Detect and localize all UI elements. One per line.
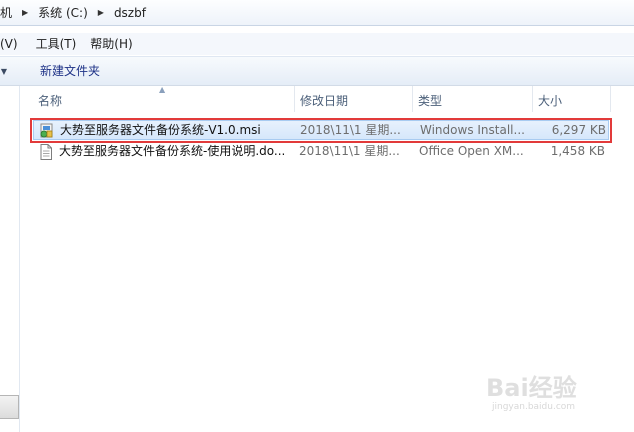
breadcrumb-computer[interactable]: 机 [0, 0, 16, 25]
file-size: 1,458 KB [550, 144, 605, 158]
file-name: 大势至服务器文件备份系统-V1.0.msi [60, 123, 261, 137]
breadcrumb-drive-c[interactable]: 系统 (C:) [34, 0, 92, 25]
column-headers: ▲ 名称 修改日期 类型 大小 [21, 86, 634, 112]
breadcrumb-separator-icon[interactable]: ▶ [92, 8, 110, 17]
file-type: Windows Install... [420, 123, 525, 137]
command-bar: ▼ 新建文件夹 [0, 56, 634, 86]
file-date: 2018\11\1 星期... [300, 123, 401, 137]
navigation-scrollbar-thumb[interactable] [0, 395, 19, 419]
menu-view[interactable]: 看(V) [0, 34, 25, 54]
file-size: 6,297 KB [551, 123, 606, 137]
file-row[interactable]: 大势至服务器文件备份系统-使用说明.do... 2018\11\1 星期... … [33, 142, 609, 162]
column-header-type[interactable]: 类型 [413, 86, 533, 112]
breadcrumb-separator-icon[interactable]: ▶ [16, 8, 34, 17]
file-name: 大势至服务器文件备份系统-使用说明.do... [59, 144, 286, 158]
menu-bar: 看(V) 工具(T) 帮助(H) [0, 33, 634, 55]
menu-help[interactable]: 帮助(H) [83, 34, 139, 54]
baidu-jingyan-watermark: Bai经验 jingyan.baidu.com [486, 368, 616, 418]
address-bar[interactable]: 机 ▶ 系统 (C:) ▶ dszbf [0, 0, 634, 26]
file-row[interactable]: 大势至服务器文件备份系统-V1.0.msi 2018\11\1 星期... Wi… [33, 120, 609, 140]
breadcrumb-folder-dszbf[interactable]: dszbf [110, 0, 150, 25]
msi-installer-icon [38, 122, 56, 140]
document-icon [37, 143, 55, 161]
organize-dropdown-icon[interactable]: ▼ [0, 67, 10, 76]
watermark-logo-text: Bai经验 [486, 374, 577, 402]
new-folder-button[interactable]: 新建文件夹 [36, 60, 104, 82]
watermark-url: jingyan.baidu.com [492, 402, 576, 412]
column-header-date[interactable]: 修改日期 [295, 86, 413, 112]
file-type: Office Open XM... [419, 144, 524, 158]
menu-tools[interactable]: 工具(T) [29, 34, 84, 54]
file-date: 2018\11\1 星期... [299, 144, 400, 158]
navigation-pane[interactable] [0, 86, 20, 432]
column-header-size[interactable]: 大小 [533, 86, 611, 112]
column-header-name[interactable]: 名称 [33, 86, 295, 112]
